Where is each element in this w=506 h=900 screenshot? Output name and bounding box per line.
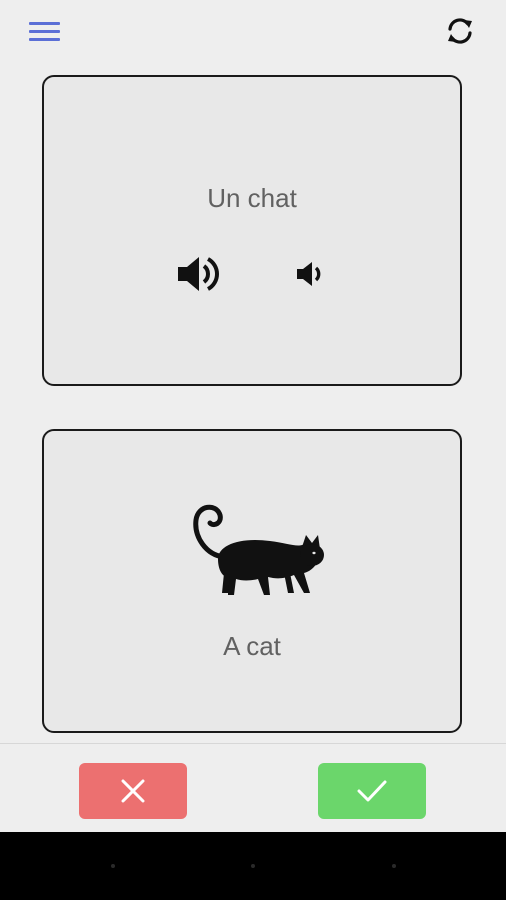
- refresh-button[interactable]: [442, 13, 478, 49]
- menu-button[interactable]: [26, 18, 62, 46]
- cat-icon: [193, 504, 324, 595]
- play-audio-slow-button[interactable]: [294, 256, 330, 292]
- translation-text: A cat: [223, 631, 281, 661]
- nav-home-dot[interactable]: [251, 864, 255, 868]
- foreign-word: Un chat: [207, 183, 297, 213]
- correct-answer-button[interactable]: [318, 763, 426, 819]
- system-nav-bar: [0, 832, 506, 900]
- play-audio-button[interactable]: [174, 249, 224, 299]
- nav-back-dot[interactable]: [111, 864, 115, 868]
- close-icon: [121, 779, 145, 803]
- speaker-loud-icon: [178, 257, 219, 291]
- nav-recents-dot[interactable]: [392, 864, 396, 868]
- flashcard-front[interactable]: Un chat: [42, 75, 462, 386]
- refresh-icon: [448, 18, 472, 44]
- wrong-answer-button[interactable]: [79, 763, 187, 819]
- menu-bar-2: [29, 30, 60, 33]
- check-icon: [357, 780, 387, 802]
- top-bar: [0, 0, 506, 62]
- menu-bar-1: [29, 22, 60, 25]
- speaker-soft-icon: [297, 262, 321, 286]
- flashcard-back[interactable]: A cat: [42, 429, 462, 733]
- action-bar: [0, 743, 506, 832]
- menu-bar-3: [29, 38, 60, 41]
